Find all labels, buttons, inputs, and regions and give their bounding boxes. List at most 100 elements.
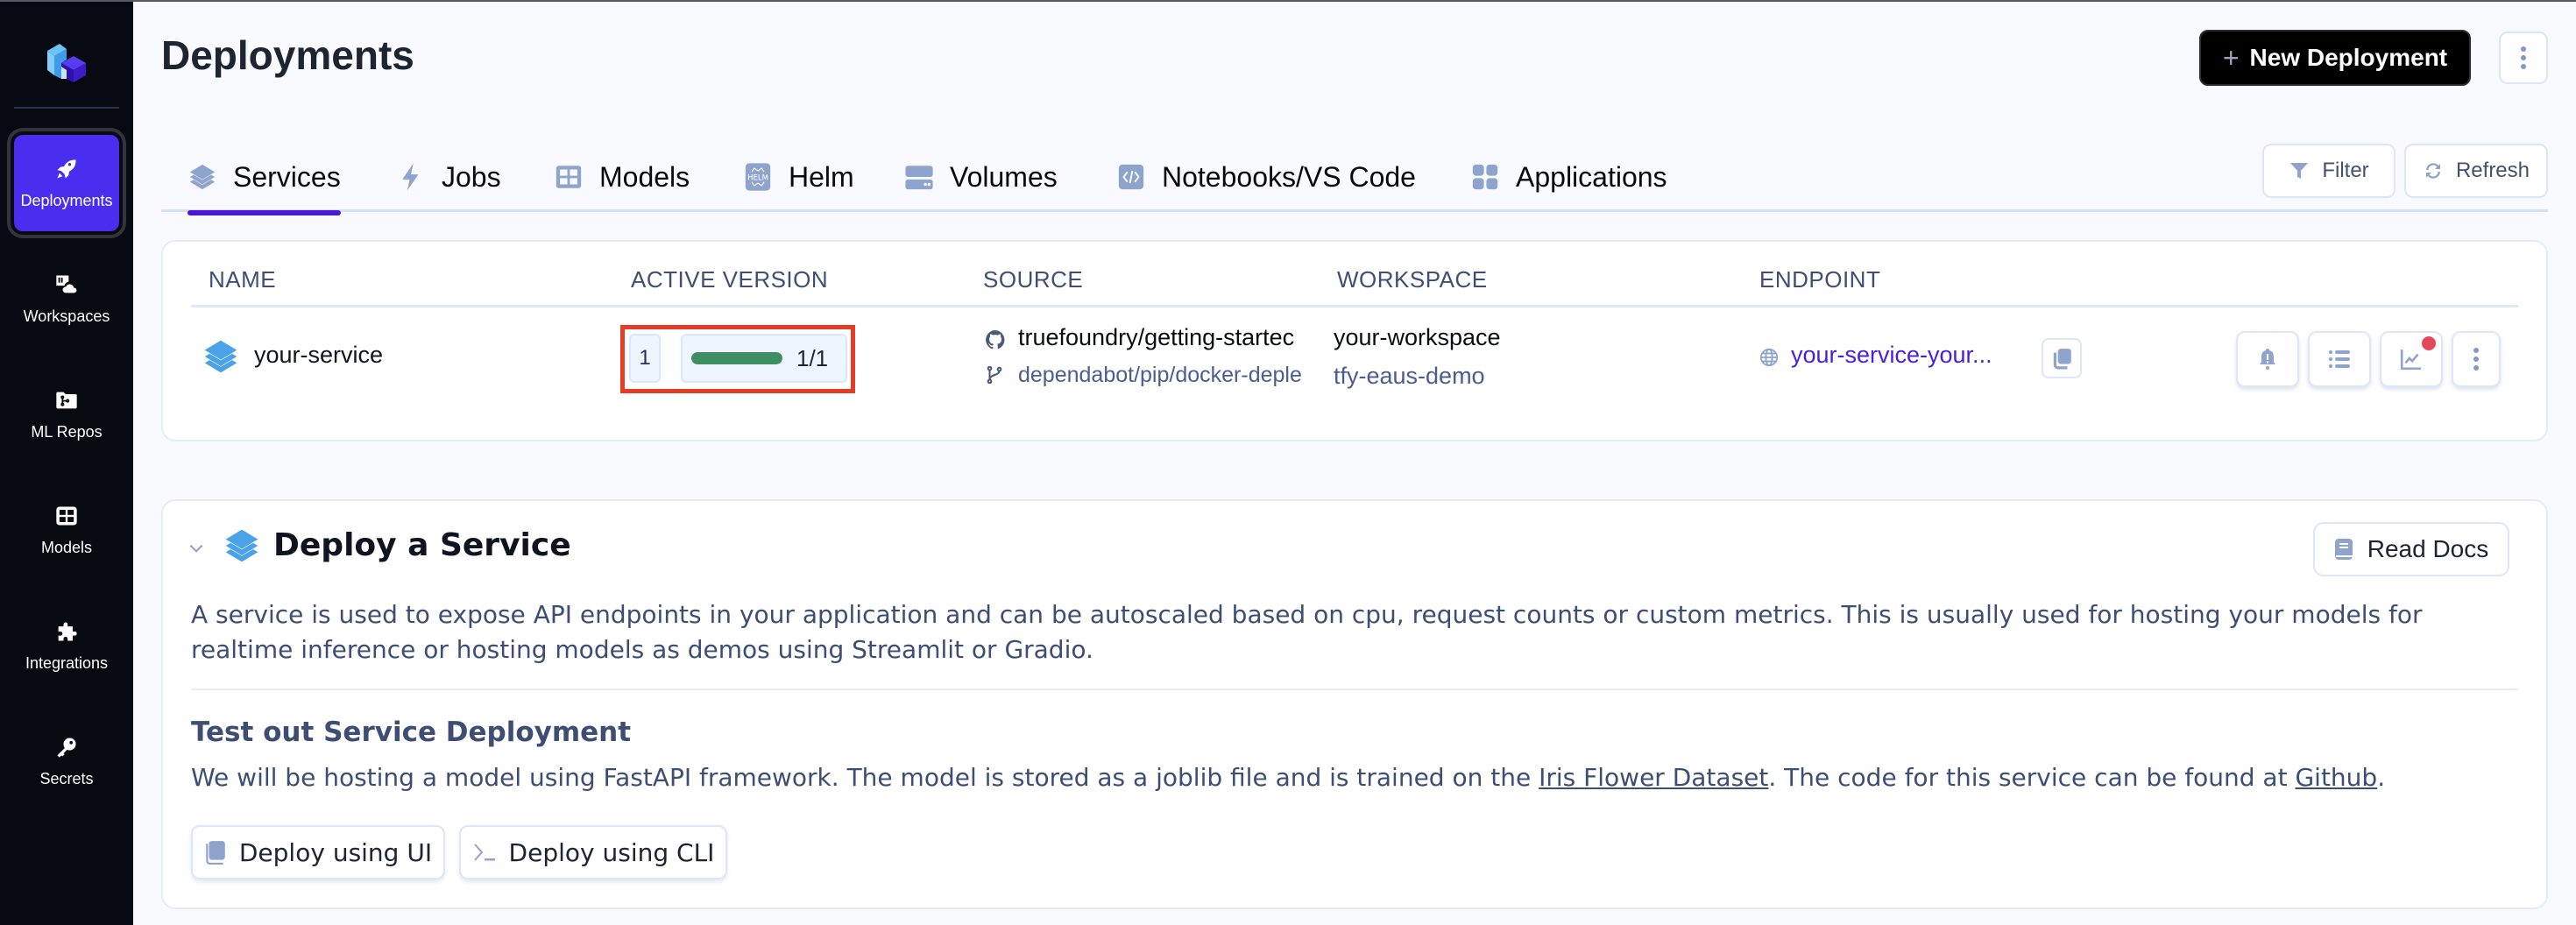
sidebar-item-deployments[interactable]: Deployments bbox=[7, 128, 126, 238]
code-icon bbox=[1118, 164, 1144, 190]
service-layers-icon bbox=[204, 340, 237, 373]
test-description: We will be hosting a model using FastAPI… bbox=[191, 760, 2522, 795]
tab-models[interactable]: Models bbox=[554, 142, 690, 212]
cluster-name: tfy-eaus-demo bbox=[1334, 363, 1485, 389]
tab-volumes[interactable]: Volumes bbox=[904, 142, 1058, 212]
new-deployment-label: New Deployment bbox=[2249, 44, 2448, 71]
sidebar-item-label: Secrets bbox=[39, 769, 94, 787]
sidebar-item-label: ML Repos bbox=[31, 422, 103, 441]
folder-branch-icon bbox=[56, 392, 77, 408]
sidebar-item-secrets[interactable]: Secrets bbox=[14, 713, 119, 809]
apps-icon bbox=[1472, 164, 1498, 190]
metrics-button[interactable] bbox=[2380, 331, 2443, 387]
page-title: Deployments bbox=[161, 32, 414, 78]
svg-text:HELM: HELM bbox=[747, 174, 768, 183]
refresh-label: Refresh bbox=[2455, 159, 2530, 182]
deploy-description: A service is used to expose API endpoint… bbox=[191, 600, 2423, 664]
copy-icon bbox=[2053, 349, 2071, 370]
tab-helm[interactable]: HELM Helm bbox=[743, 142, 854, 212]
copy-endpoint-button[interactable] bbox=[2042, 338, 2082, 378]
sidebar-item-models[interactable]: Models bbox=[14, 482, 119, 578]
replica-progress-fill bbox=[691, 352, 782, 364]
grid-icon bbox=[56, 506, 77, 525]
chevron-down-icon[interactable] bbox=[188, 540, 205, 557]
column-header-name: NAME bbox=[209, 266, 277, 293]
replica-count: 1/1 bbox=[796, 344, 829, 371]
refresh-button[interactable]: Refresh bbox=[2404, 144, 2548, 198]
tab-label: Models bbox=[599, 160, 690, 193]
workspace-name-link[interactable]: your-workspace bbox=[1334, 324, 1501, 351]
new-deployment-button[interactable]: + New Deployment bbox=[2199, 30, 2471, 86]
sidebar-item-ml-repos[interactable]: ML Repos bbox=[14, 366, 119, 462]
deploy-using-cli-button[interactable]: Deploy using CLI bbox=[459, 825, 727, 879]
service-layers-icon bbox=[225, 529, 258, 562]
tab-label: Services bbox=[233, 160, 341, 193]
tab-label: Volumes bbox=[950, 160, 1058, 193]
filter-icon bbox=[2290, 163, 2309, 179]
read-docs-label: Read Docs bbox=[2367, 535, 2489, 562]
service-name-link[interactable]: your-service bbox=[254, 342, 383, 369]
github-link[interactable]: Github bbox=[2295, 763, 2377, 792]
layers-icon bbox=[189, 164, 216, 190]
refresh-icon bbox=[2425, 163, 2440, 179]
column-header-endpoint: ENDPOINT bbox=[1759, 266, 1881, 293]
globe-icon bbox=[1759, 348, 1779, 367]
sidebar-item-label: Workspaces bbox=[23, 307, 110, 325]
tab-applications[interactable]: Applications bbox=[1470, 142, 1667, 212]
replica-status[interactable]: 1/1 bbox=[681, 334, 847, 383]
book-icon bbox=[2334, 539, 2353, 560]
column-header-workspace: WORKSPACE bbox=[1337, 266, 1488, 293]
replica-progress-bar bbox=[691, 352, 782, 364]
volume-icon bbox=[905, 166, 933, 190]
tab-services[interactable]: Services bbox=[188, 142, 341, 215]
test-text: . The code for this service can be found… bbox=[1768, 763, 2296, 792]
source-branch: dependabot/pip/docker-deple bbox=[1018, 363, 1302, 387]
tab-jobs[interactable]: Jobs bbox=[396, 142, 501, 212]
sidebar-divider bbox=[14, 107, 119, 109]
lightning-icon bbox=[402, 163, 419, 191]
column-header-active-version: ACTIVE VERSION bbox=[631, 266, 829, 293]
source-repo-link[interactable]: truefoundry/getting-startec bbox=[1018, 324, 1321, 351]
deployment-tabs: Services Jobs Models HELM Helm Volumes N… bbox=[161, 142, 2548, 215]
filter-button[interactable]: Filter bbox=[2262, 144, 2396, 198]
deploy-cli-label: Deploy using CLI bbox=[508, 837, 715, 867]
kebab-icon bbox=[2521, 46, 2526, 69]
header-divider bbox=[191, 305, 2518, 307]
iris-dataset-link[interactable]: Iris Flower Dataset bbox=[1539, 763, 1768, 792]
book-stack-icon bbox=[206, 841, 225, 865]
sidebar-item-label: Models bbox=[40, 538, 93, 556]
tab-notebooks[interactable]: Notebooks/VS Code bbox=[1116, 142, 1416, 212]
version-badge[interactable]: 1 bbox=[629, 334, 661, 383]
deploy-using-ui-button[interactable]: Deploy using UI bbox=[191, 825, 445, 879]
truefoundry-logo[interactable] bbox=[44, 40, 89, 84]
tab-label: Jobs bbox=[442, 160, 501, 193]
github-icon bbox=[986, 330, 1005, 350]
sidebar: Deployments Workspaces ML Repos Models I… bbox=[0, 2, 133, 925]
terminal-icon bbox=[473, 844, 495, 861]
list-icon bbox=[2329, 350, 2350, 368]
section-divider bbox=[191, 688, 2518, 690]
sidebar-item-label: Deployments bbox=[20, 191, 113, 209]
tab-label: Helm bbox=[789, 160, 854, 193]
read-docs-button[interactable]: Read Docs bbox=[2313, 522, 2509, 576]
git-branch-icon bbox=[987, 365, 1002, 385]
helm-icon: HELM bbox=[745, 163, 771, 191]
workspace-cloud-icon bbox=[56, 275, 77, 293]
deploy-section-title: Deploy a Service bbox=[273, 527, 571, 563]
test-text: . bbox=[2377, 763, 2386, 792]
alerts-button[interactable] bbox=[2236, 331, 2299, 387]
column-header-source: SOURCE bbox=[983, 266, 1084, 293]
chart-line-icon bbox=[2400, 350, 2421, 371]
row-more-options-button[interactable] bbox=[2452, 331, 2501, 387]
tab-label: Applications bbox=[1516, 160, 1667, 193]
sidebar-item-workspaces[interactable]: Workspaces bbox=[14, 251, 119, 347]
more-options-button[interactable] bbox=[2499, 32, 2548, 84]
deploy-ui-label: Deploy using UI bbox=[238, 837, 433, 867]
logs-button[interactable] bbox=[2308, 331, 2371, 387]
key-icon bbox=[57, 738, 76, 758]
kebab-icon bbox=[2473, 348, 2479, 371]
sidebar-item-label: Integrations bbox=[25, 653, 109, 672]
sidebar-item-integrations[interactable]: Integrations bbox=[14, 597, 119, 694]
endpoint-link[interactable]: your-service-your... bbox=[1791, 342, 1992, 369]
tab-label: Notebooks/VS Code bbox=[1162, 160, 1416, 193]
